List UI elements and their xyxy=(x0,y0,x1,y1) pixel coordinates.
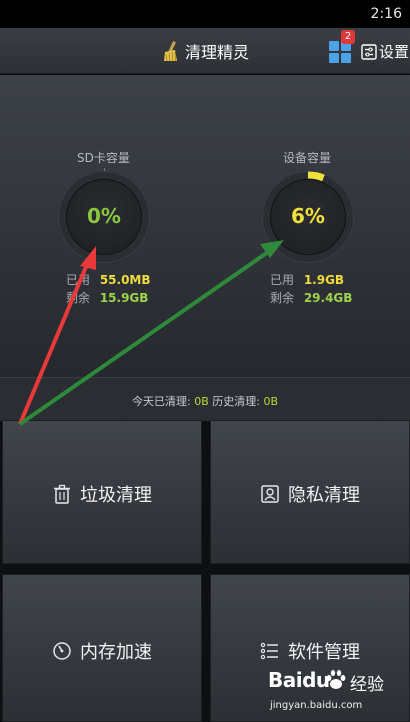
app-title-group: 清理精灵 xyxy=(162,39,249,63)
status-bar: 2:16 xyxy=(0,0,410,28)
sd-used-row: 已用 55.0MB xyxy=(66,271,151,288)
clean-summary-bar: 今天已清理: 0B 历史清理: 0B xyxy=(0,377,410,421)
sd-remaining-key: 剩余 xyxy=(66,291,91,305)
list-icon xyxy=(260,642,278,660)
app-title: 清理精灵 xyxy=(185,43,250,62)
software-manage-label: 软件管理 xyxy=(288,642,360,663)
device-remaining-row: 剩余 29.4GB xyxy=(270,289,352,306)
sd-used-value: 55.0MB xyxy=(99,273,151,287)
device-label: 设备容量 xyxy=(283,151,332,165)
device-used-row: 已用 1.9GB xyxy=(270,271,344,288)
trash-icon xyxy=(54,484,70,504)
device-gauge-fill xyxy=(307,171,325,182)
watermark-brand: Baidu xyxy=(268,668,330,692)
memory-boost-tile[interactable]: 内存加速 xyxy=(2,574,202,722)
sd-remaining-row: 剩余 15.9GB xyxy=(66,289,148,306)
sd-card-gauge[interactable]: 0% xyxy=(58,171,150,263)
sd-used-key: 已用 xyxy=(66,273,91,287)
device-remaining-key: 剩余 xyxy=(270,291,295,305)
settings-label: 设置 xyxy=(379,43,410,61)
today-cleaned-label: 今天已清理: xyxy=(132,395,195,408)
baidu-jingyan-watermark: Baidu 经验 jingyan.baidu.com xyxy=(268,666,408,718)
title-bar: 清理精灵 2 设置 xyxy=(0,28,410,74)
privacy-clean-label: 隐私清理 xyxy=(288,485,360,506)
sd-gauge-center: 0% xyxy=(67,180,141,254)
today-cleaned-value: 0B xyxy=(194,395,209,408)
sd-card-label: SD卡容量 xyxy=(77,151,130,165)
device-remaining-value: 29.4GB xyxy=(303,291,353,305)
broom-icon xyxy=(164,41,177,62)
memory-boost-label: 内存加速 xyxy=(80,642,152,663)
notification-badge: 2 xyxy=(341,30,355,44)
device-gauge-center: 6% xyxy=(271,180,345,254)
history-cleaned-value: 0B xyxy=(263,395,278,408)
device-gauge[interactable]: 6% xyxy=(262,171,354,263)
device-used-key: 已用 xyxy=(270,273,295,287)
sd-remaining-value: 15.9GB xyxy=(99,291,149,305)
privacy-clean-tile[interactable]: 隐私清理 xyxy=(210,420,410,564)
history-cleaned-label: 历史清理: xyxy=(208,395,264,408)
speedometer-icon xyxy=(53,642,71,660)
junk-clean-label: 垃圾清理 xyxy=(80,485,152,506)
sd-percent: 0% xyxy=(87,204,121,228)
clean-summary: 今天已清理: 0B 历史清理: 0B xyxy=(0,393,410,409)
junk-clean-tile[interactable]: 垃圾清理 xyxy=(2,420,202,564)
watermark-brand-cn: 经验 xyxy=(350,675,384,695)
settings-icon xyxy=(361,43,377,60)
contact-card-icon xyxy=(261,485,279,503)
device-used-value: 1.9GB xyxy=(303,273,345,287)
device-percent: 6% xyxy=(291,204,325,228)
settings-button[interactable]: 设置 xyxy=(361,41,409,62)
watermark-url: jingyan.baidu.com xyxy=(270,700,363,711)
status-time: 2:16 xyxy=(370,6,402,22)
storage-dashboard: SD卡容量 0% 已用 55.0MB 剩余 15.9GB 设备容量 6% 已用 … xyxy=(0,75,410,377)
